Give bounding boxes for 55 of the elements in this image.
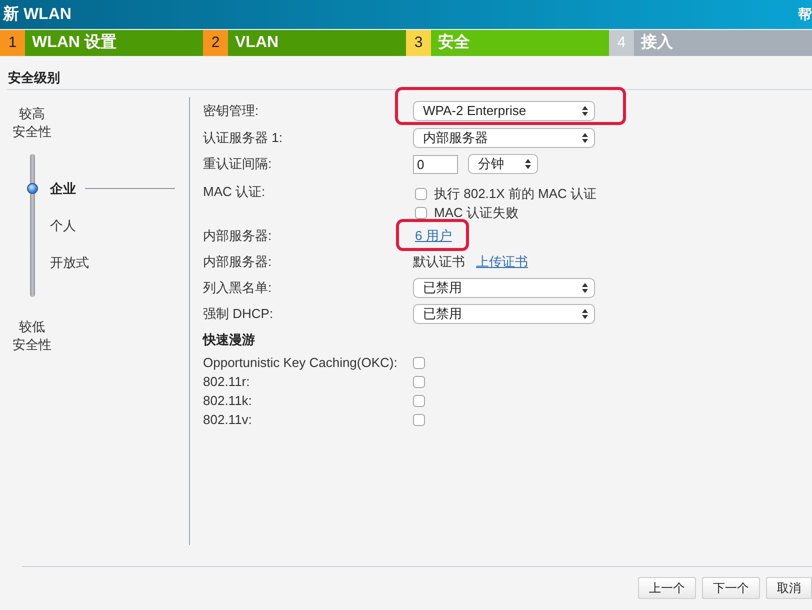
step-label: VLAN xyxy=(228,30,406,56)
checkbox-label: 执行 802.1X 前的 MAC 认证 xyxy=(434,184,597,203)
text-link[interactable]: 上传证书 xyxy=(476,252,528,272)
text-link[interactable]: 6 用户 xyxy=(413,226,452,246)
security-option[interactable]: 个人 xyxy=(50,216,76,236)
security-option[interactable]: 企业 xyxy=(50,178,76,198)
step-number: 4 xyxy=(609,30,634,56)
field-label: 列入黑名单: xyxy=(203,279,273,298)
up-down-arrows-icon xyxy=(582,132,588,142)
field-label: 802.11k: xyxy=(203,392,253,410)
field-label: 认证服务器 1: xyxy=(203,128,284,147)
checkbox[interactable] xyxy=(413,394,425,406)
value-text: 默认证书 xyxy=(413,253,465,272)
window-title: 新 WLAN xyxy=(3,4,72,24)
checkbox[interactable] xyxy=(413,376,425,388)
checkbox[interactable] xyxy=(413,356,425,368)
checkbox[interactable] xyxy=(415,206,427,218)
wizard-button[interactable]: 上一个 xyxy=(638,577,696,599)
up-down-arrows-icon xyxy=(582,309,588,319)
security-option[interactable]: 开放式 xyxy=(50,252,89,272)
dropdown[interactable]: WPA-2 Enterprise xyxy=(413,100,595,120)
low-security-label: 较低 安全性 xyxy=(12,318,52,354)
step-number: 2 xyxy=(203,30,228,56)
dropdown[interactable]: 已禁用 xyxy=(413,304,595,324)
field-label: 802.11v: xyxy=(203,410,253,429)
input-field[interactable]: 0 xyxy=(413,154,458,174)
dropdown[interactable]: 分钟 xyxy=(468,154,538,174)
field-label: 重认证间隔: xyxy=(203,155,273,174)
checkbox[interactable] xyxy=(415,188,427,200)
checkbox-label: MAC 认证失败 xyxy=(434,204,518,222)
step-label: WLAN 设置 xyxy=(25,30,203,56)
step-number: 3 xyxy=(406,30,431,56)
step-label: 安全 xyxy=(431,30,609,56)
field-label: 密钥管理: xyxy=(203,102,260,120)
slider-thumb[interactable] xyxy=(27,182,38,194)
field-label: 802.11r: xyxy=(203,372,251,391)
field-label: 内部服务器: xyxy=(203,227,273,246)
section-title: 安全级别 xyxy=(7,70,60,85)
field-label: 内部服务器: xyxy=(203,253,273,272)
field-label: Opportunistic Key Caching(OKC): xyxy=(203,354,398,372)
up-down-arrows-icon xyxy=(582,283,588,293)
field-label: MAC 认证: xyxy=(203,183,266,201)
up-down-arrows-icon xyxy=(525,159,531,169)
checkbox[interactable] xyxy=(413,414,425,426)
wizard-button[interactable]: 取消 xyxy=(766,577,812,599)
step-label: 接入 xyxy=(634,30,812,56)
field-label: 强制 DHCP: xyxy=(203,305,274,324)
slider-track[interactable] xyxy=(30,154,35,297)
dropdown[interactable]: 已禁用 xyxy=(413,278,595,298)
group-title: 快速漫游 xyxy=(203,331,255,350)
wizard-button[interactable]: 下一个 xyxy=(702,577,760,599)
step-number: 1 xyxy=(0,30,25,56)
high-security-label: 较高 安全性 xyxy=(12,105,52,141)
dropdown[interactable]: 内部服务器 xyxy=(413,128,595,148)
up-down-arrows-icon xyxy=(582,106,588,116)
